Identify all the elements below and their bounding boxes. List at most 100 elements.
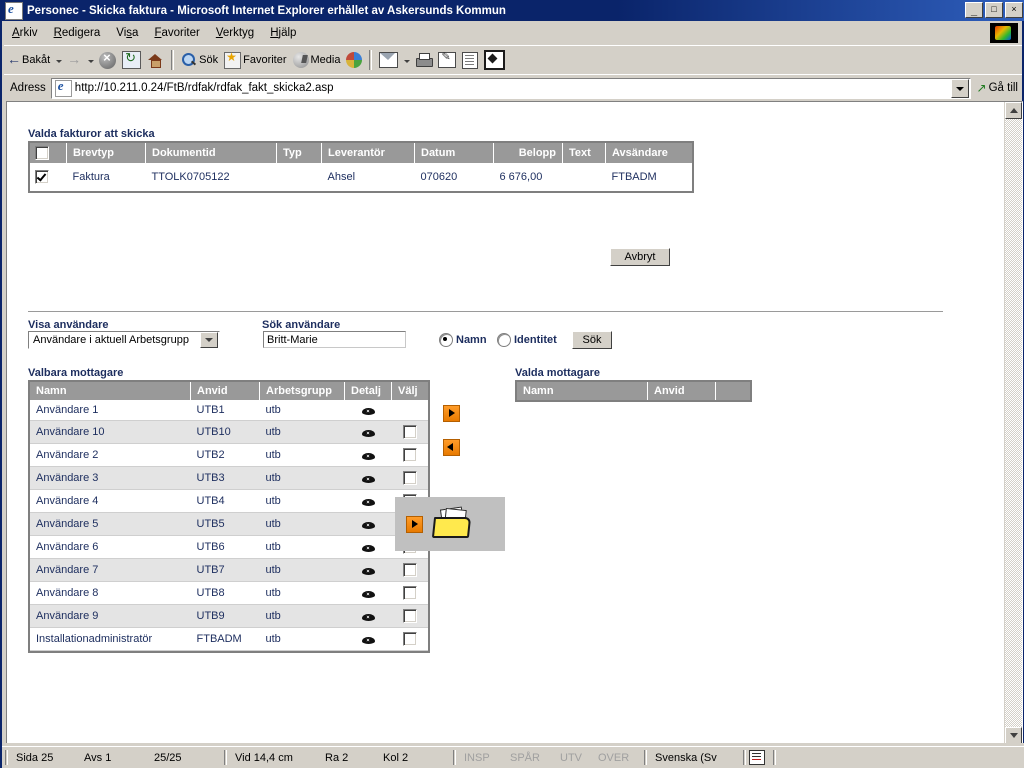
cell-detalj — [344, 581, 392, 605]
eye-icon[interactable] — [361, 406, 375, 415]
search-submit-button[interactable]: Sök — [572, 331, 612, 349]
available-recipients-title: Valbara mottagare — [28, 367, 124, 379]
folder-panel-arrow-button[interactable] — [406, 516, 423, 533]
search-users-input[interactable]: Britt-Marie — [263, 331, 406, 348]
vertical-scrollbar[interactable] — [1004, 102, 1022, 744]
menu-item-arkiv[interactable]: AArkivrkiv — [4, 25, 46, 41]
table-row[interactable]: Användare 6 UTB6 utb — [30, 535, 428, 559]
print-button[interactable] — [412, 48, 435, 72]
menu-item-redigera[interactable]: Redigera — [46, 25, 109, 41]
available-header-row: Namn Anvid Arbetsgrupp Detalj Välj — [30, 382, 428, 400]
scroll-up-button[interactable] — [1005, 102, 1022, 119]
eye-icon[interactable] — [361, 543, 375, 552]
table-row[interactable]: Användare 4 UTB4 utb — [30, 489, 428, 513]
status-page-count: 25/25 — [154, 751, 182, 764]
mail-dropdown-caret-icon[interactable] — [403, 53, 411, 67]
select-recipient-checkbox[interactable] — [402, 471, 417, 485]
cancel-button[interactable]: Avbryt — [610, 248, 670, 266]
discuss-button[interactable] — [459, 48, 481, 72]
forward-button[interactable] — [64, 48, 85, 72]
table-row[interactable]: Användare 2 UTB2 utb — [30, 443, 428, 467]
status-trk[interactable]: SPÅR — [505, 750, 555, 765]
menu-item-hjalp[interactable]: Hjälp — [262, 25, 304, 41]
cell-belopp: 6 676,00 — [499, 171, 543, 183]
select-recipient-checkbox[interactable] — [402, 563, 417, 577]
eye-icon[interactable] — [361, 428, 375, 437]
eye-icon[interactable] — [361, 589, 375, 598]
cell-dokumentid: TTOLK0705122 — [151, 171, 230, 183]
edit-button[interactable] — [435, 48, 459, 72]
select-recipient-checkbox[interactable] — [402, 448, 417, 462]
remove-recipient-button[interactable] — [443, 439, 460, 456]
address-dropdown-button[interactable] — [950, 78, 969, 98]
radio-namn[interactable]: Namn — [439, 333, 487, 347]
status-ovr[interactable]: OVER — [593, 750, 641, 765]
table-row[interactable]: Användare 3 UTB3 utb — [30, 466, 428, 490]
table-row[interactable]: Användare 5 UTB5 utb — [30, 512, 428, 536]
refresh-button[interactable] — [119, 48, 144, 72]
select-recipient-checkbox[interactable] — [402, 586, 417, 600]
search-button[interactable]: Sök — [178, 48, 221, 72]
open-folder-icon[interactable] — [431, 506, 472, 538]
related-button[interactable] — [481, 48, 508, 72]
home-button[interactable] — [144, 48, 167, 72]
table-row[interactable]: Installationadministratör FTBADM utb — [30, 627, 428, 651]
select-recipient-checkbox[interactable] — [402, 425, 417, 439]
table-row[interactable]: Användare 7 UTB7 utb — [30, 558, 428, 582]
selected-header-row: Namn Anvid — [517, 382, 750, 400]
menu-item-visa[interactable]: Visa — [108, 25, 146, 41]
cell-arbetsgrupp: utb — [259, 512, 345, 536]
add-recipient-button[interactable] — [443, 405, 460, 422]
mail-button[interactable] — [376, 48, 401, 72]
col-datum: Datum — [414, 143, 494, 163]
back-dropdown-caret-icon[interactable] — [55, 53, 63, 67]
stop-button[interactable] — [96, 48, 119, 72]
status-position: Vid 14,4 cm — [235, 751, 293, 764]
forward-dropdown-caret-icon[interactable] — [87, 53, 95, 67]
scroll-down-button[interactable] — [1005, 727, 1022, 744]
eye-icon[interactable] — [361, 635, 375, 644]
select-all-checkbox[interactable] — [35, 146, 49, 160]
col-namn: Namn — [30, 382, 191, 400]
maximize-button[interactable]: □ — [985, 2, 1003, 18]
menu-item-favoriter[interactable]: Favoriter — [146, 25, 207, 41]
cell-detalj — [344, 443, 392, 467]
eye-icon[interactable] — [361, 520, 375, 529]
table-row[interactable]: Användare 10 UTB10 utb — [30, 420, 428, 444]
status-ext[interactable]: UTV — [555, 750, 593, 765]
chevron-down-icon[interactable] — [200, 332, 218, 348]
select-recipient-checkbox[interactable] — [402, 632, 417, 646]
select-recipient-checkbox[interactable] — [402, 609, 417, 623]
go-button[interactable]: ↗ Gå till — [971, 81, 1022, 95]
address-url: http://10.211.0.24/FtB/rdfak/rdfak_fakt_… — [74, 82, 334, 94]
search-icon — [181, 52, 197, 68]
status-rec[interactable]: INSP — [459, 750, 505, 765]
eye-icon[interactable] — [361, 497, 375, 506]
eye-icon[interactable] — [361, 566, 375, 575]
cell-anvid: UTB3 — [190, 466, 260, 490]
address-input[interactable]: http://10.211.0.24/FtB/rdfak/rdfak_fakt_… — [50, 77, 971, 99]
menu-item-verktyg[interactable]: Verktyg — [208, 25, 262, 41]
radio-identitet[interactable]: Identitet — [497, 333, 557, 347]
table-row[interactable]: Användare 9 UTB9 utb — [30, 604, 428, 628]
show-users-select[interactable]: Användare i aktuell Arbetsgrupp — [28, 331, 220, 349]
invoice-row-checkbox[interactable] — [35, 170, 49, 184]
spellcheck-icon[interactable] — [749, 750, 765, 765]
table-row[interactable]: Användare 8 UTB8 utb — [30, 581, 428, 605]
favorites-button[interactable]: Favoriter — [221, 48, 289, 72]
minimize-button[interactable]: _ — [965, 2, 983, 18]
media-icon — [292, 52, 309, 68]
eye-icon[interactable] — [361, 612, 375, 621]
table-row[interactable]: Användare 1 UTB1 utb — [30, 400, 428, 421]
status-language[interactable]: Svenska (Sv — [650, 750, 740, 765]
history-button[interactable] — [343, 48, 365, 72]
col-dokumentid: Dokumentid — [145, 143, 277, 163]
media-button[interactable]: Media — [290, 48, 344, 72]
eye-icon[interactable] — [361, 451, 375, 460]
eye-icon[interactable] — [361, 474, 375, 483]
back-button[interactable]: Bakåt — [4, 48, 53, 72]
close-button[interactable]: × — [1005, 2, 1023, 18]
radio-namn-control[interactable] — [439, 333, 453, 347]
radio-identitet-control[interactable] — [497, 333, 511, 347]
status-column: Kol 2 — [383, 751, 409, 764]
